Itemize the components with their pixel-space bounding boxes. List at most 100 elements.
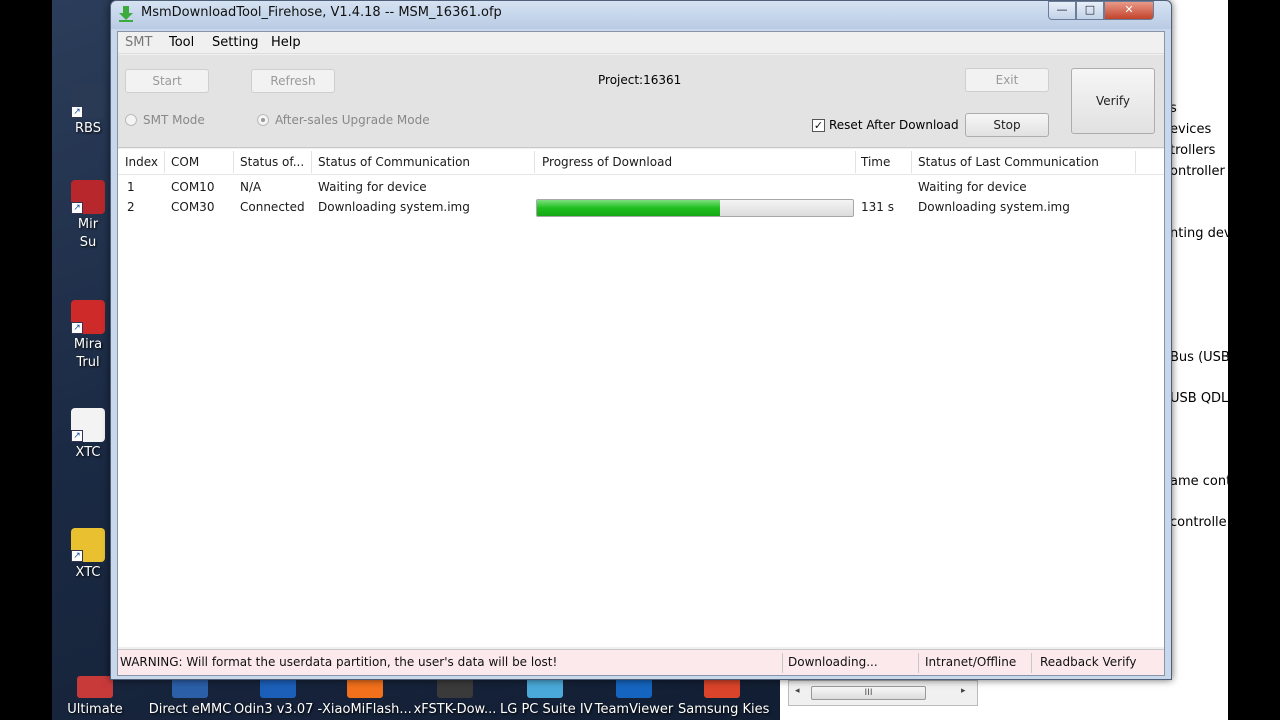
checkbox-label: Reset After Download [829,118,959,132]
device-tree-item: ontroller [1170,164,1225,179]
aftersales-upgrade-mode-radio[interactable]: After-sales Upgrade Mode [257,113,430,127]
status-divider [782,653,783,673]
status-divider [918,653,919,673]
scrollbar-thumb[interactable]: III [811,686,926,700]
title-bar[interactable]: MsmDownloadTool_Firehose, V1.4.18 -- MSM… [111,1,1171,29]
desktop-icon-xfstk[interactable]: xFSTK-Dow... [412,676,498,720]
col-last-communication[interactable]: Status of Last Communication [918,155,1099,169]
menu-smt[interactable]: SMT [125,35,152,50]
column-divider[interactable] [911,151,912,173]
maximize-button[interactable]: □ [1076,1,1104,20]
device-tree-item: nting devi [1170,226,1236,241]
device-tree-item: ame cont [1170,474,1232,489]
radio-indicator [257,114,269,126]
desktop-icon-label: xFSTK-Dow... [413,702,497,717]
status-bar: WARNING: Will format the userdata partit… [118,649,1164,675]
app-icon [77,676,113,698]
cell-last-communication: Waiting for device [918,180,1027,194]
column-divider[interactable] [311,151,312,173]
table-row[interactable]: 2 COM30 Connected Downloading system.img… [118,198,1164,218]
cell-last-communication: Downloading system.img [918,200,1070,214]
shortcut-arrow-icon: ↗ [71,550,83,562]
cell-status: N/A [240,180,262,194]
table-header: Index COM Status of... Status of Communi… [118,149,1164,175]
status-divider [1031,653,1032,673]
column-divider[interactable] [534,151,535,173]
client-area: SMT Tool Setting Help Start Refresh Proj… [117,31,1165,676]
table-row[interactable]: 1 COM10 N/A Waiting for device Waiting f… [118,178,1164,198]
menu-help[interactable]: Help [271,35,301,50]
desktop-icon-label: XTC [75,565,101,580]
desktop-icon-label: RBS [75,121,101,136]
app-icon: ↗ [71,300,105,334]
shortcut-arrow-icon: ↗ [71,106,83,118]
desktop-icon-ultimate[interactable]: Ultimate [62,676,128,720]
column-divider[interactable] [164,151,165,173]
column-divider[interactable] [233,151,234,173]
stop-button[interactable]: Stop [965,113,1049,137]
desktop-icon-direct-emmc[interactable]: Direct eMMC [142,676,238,720]
cell-com: COM10 [171,180,215,194]
shortcut-arrow-icon: ↗ [71,322,83,334]
desktop-icon-odin3[interactable]: Odin3 v3.07 - [234,676,322,720]
cell-communication: Waiting for device [318,180,427,194]
window-title: MsmDownloadTool_Firehose, V1.4.18 -- MSM… [141,5,502,20]
radio-indicator [125,114,137,126]
app-icon: ↗ [71,528,105,562]
smt-mode-radio[interactable]: SMT Mode [125,113,205,127]
minimize-button[interactable]: — [1048,1,1076,20]
shortcut-arrow-icon: ↗ [71,430,83,442]
column-divider[interactable] [855,151,856,173]
toolbar-panel: Start Refresh Project:16361 Exit Verify … [118,55,1164,148]
cell-status: Connected [240,200,305,214]
shortcut-arrow-icon: ↗ [71,202,83,214]
device-tree-item: Bus (USB) [1170,350,1235,365]
exit-button[interactable]: Exit [965,68,1049,92]
col-time[interactable]: Time [861,155,890,169]
device-tree-item: trollers [1170,143,1216,158]
background-device-manager-window: s evices trollers ontroller nting devi B… [1165,0,1236,720]
col-status-communication[interactable]: Status of Communication [318,155,470,169]
desktop-icon-xiaomiflash[interactable]: XiaoMiFlash... [322,676,412,720]
desktop-icon-label: XiaoMiFlash... [322,702,412,717]
cell-communication: Downloading system.img [318,200,470,214]
desktop-icon-label: Mira Trul [73,337,103,370]
menu-tool[interactable]: Tool [169,35,194,50]
desktop-icon-label: Ultimate [67,702,123,717]
app-icon: ↗ [71,84,105,118]
checkmark-icon: ✓ [812,118,825,132]
verify-button[interactable]: Verify [1071,68,1155,134]
desktop-icon-teamviewer[interactable]: TeamViewer [594,676,674,720]
col-status[interactable]: Status of... [240,155,304,169]
device-list-table: Index COM Status of... Status of Communi… [118,149,1164,647]
scroll-right-icon[interactable]: ▸ [961,686,966,696]
msm-download-tool-window: MsmDownloadTool_Firehose, V1.4.18 -- MSM… [110,0,1172,680]
column-divider[interactable] [1135,151,1136,173]
scroll-left-icon[interactable]: ◂ [795,686,800,696]
desktop-icon-label: Samsung Kies [678,702,770,717]
desktop-icon-label: TeamViewer [594,702,674,717]
col-index[interactable]: Index [125,155,158,169]
horizontal-scrollbar[interactable]: ◂ III ▸ [788,680,978,706]
network-status: Intranet/Offline [925,655,1017,669]
device-tree-item: evices [1170,122,1212,137]
device-tree-item: controlle [1170,515,1227,530]
desktop-icon-label: Mir Su [77,217,99,250]
radio-label: SMT Mode [143,113,205,127]
cell-com: COM30 [171,200,215,214]
menu-setting[interactable]: Setting [212,35,259,50]
col-com[interactable]: COM [171,155,199,169]
reset-after-download-checkbox[interactable]: ✓ Reset After Download [812,118,959,132]
refresh-button[interactable]: Refresh [251,69,335,93]
desktop-icon-label: LG PC Suite IV [500,702,593,717]
device-tree-item: USB QDLo [1170,391,1237,406]
desktop-icon-lg-pc-suite[interactable]: LG PC Suite IV [500,676,593,720]
col-progress[interactable]: Progress of Download [542,155,672,169]
start-button[interactable]: Start [125,69,209,93]
download-arrow-icon [119,6,133,22]
radio-label: After-sales Upgrade Mode [275,113,430,127]
progress-fill [537,200,721,216]
desktop-icon-samsung-kies[interactable]: Samsung Kies [678,676,770,720]
close-button[interactable]: ✕ [1104,1,1154,20]
desktop-icon-label: XTC [75,445,101,460]
